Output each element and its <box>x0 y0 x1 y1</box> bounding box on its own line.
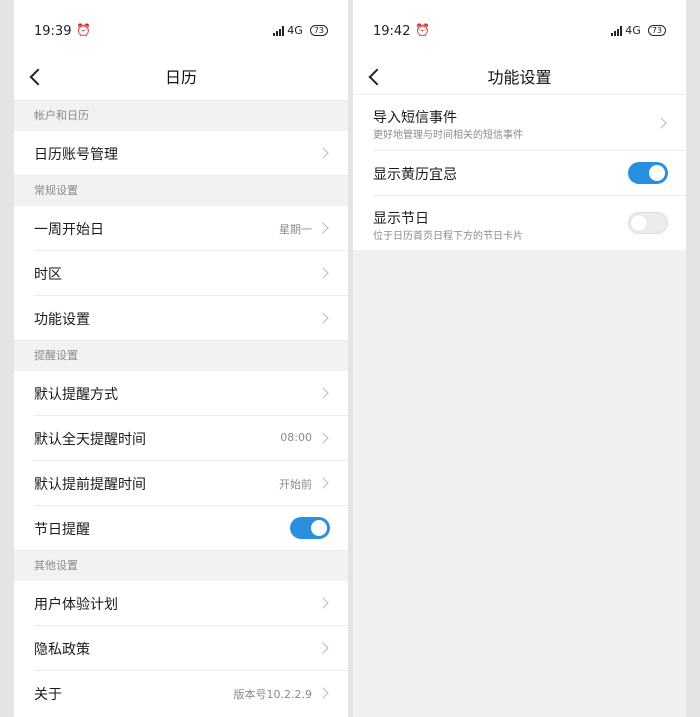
row-label: 时区 <box>34 267 62 283</box>
network-type: 4G <box>287 24 303 37</box>
status-time: 19:39 <box>34 24 72 39</box>
status-bar: 19:42 ⏰ 4G 73 <box>353 0 686 60</box>
row-value: 星期一 <box>279 223 312 236</box>
settings-row-feature-settings[interactable]: 功能设置 <box>34 296 348 340</box>
battery-icon: 73 <box>309 25 328 36</box>
nav-bar: 日历 <box>14 60 348 94</box>
signal-icon <box>611 25 623 36</box>
row-value: 08:00 <box>280 431 312 444</box>
row-label: 功能设置 <box>34 312 90 328</box>
chevron-right-icon <box>317 687 329 699</box>
alarm-clock-icon: ⏰ <box>76 23 91 37</box>
chevron-right-icon <box>317 222 329 234</box>
chevron-right-icon <box>317 597 329 609</box>
row-subtitle: 位于日历首页日程下方的节日卡片 <box>373 231 523 242</box>
chevron-right-icon <box>317 477 329 489</box>
section-header-other: 其他设置 <box>14 550 348 581</box>
alarm-clock-icon: ⏰ <box>415 23 430 37</box>
show-almanac-toggle[interactable] <box>628 162 668 184</box>
settings-row-allday-reminder-time[interactable]: 默认全天提醒时间 08:00 <box>34 416 348 461</box>
status-time: 19:42 <box>373 24 411 39</box>
row-label: 一周开始日 <box>34 222 104 238</box>
settings-row-holiday-reminder: 节日提醒 <box>34 506 348 550</box>
chevron-right-icon <box>317 642 329 654</box>
section-header-accounts: 帐户和日历 <box>14 100 348 131</box>
row-subtitle: 更好地管理与时间相关的短信事件 <box>373 130 523 141</box>
row-title: 导入短信事件 <box>373 110 457 126</box>
settings-row-about[interactable]: 关于 版本号10.2.2.9 <box>34 671 348 715</box>
network-type: 4G <box>625 24 641 37</box>
chevron-right-icon <box>317 432 329 444</box>
chevron-right-icon <box>317 312 329 324</box>
status-bar: 19:39 ⏰ 4G 73 <box>14 0 348 60</box>
settings-row-account-management[interactable]: 日历账号管理 <box>34 131 348 175</box>
settings-row-privacy-policy[interactable]: 隐私政策 <box>34 626 348 671</box>
row-label: 日历账号管理 <box>34 147 118 163</box>
chevron-right-icon <box>317 387 329 399</box>
row-title: 显示黄历宜忌 <box>373 167 457 183</box>
row-value: 开始前 <box>279 478 312 491</box>
signal-icon <box>273 25 285 36</box>
settings-row-timezone[interactable]: 时区 <box>34 251 348 296</box>
chevron-right-icon <box>655 117 667 129</box>
row-label: 默认全天提醒时间 <box>34 432 146 448</box>
row-label: 隐私政策 <box>34 642 90 658</box>
settings-row-import-sms-events[interactable]: 导入短信事件 更好地管理与时间相关的短信事件 <box>373 95 686 151</box>
section-header-general: 常规设置 <box>14 175 348 206</box>
feature-settings-screen: 19:42 ⏰ 4G 73 功能设置 导入短信事件 更好地管理与时间相关的短信事… <box>353 0 686 717</box>
page-title: 日历 <box>164 68 197 87</box>
calendar-settings-screen: 19:39 ⏰ 4G 73 日历 帐户和日历 日历账号管理 常规设置 一周开始日… <box>14 0 348 717</box>
toggle-knob <box>649 165 665 181</box>
row-title: 显示节日 <box>373 211 429 227</box>
toggle-knob <box>631 215 647 231</box>
row-label: 默认提前提醒时间 <box>34 477 146 493</box>
settings-row-show-almanac: 显示黄历宜忌 <box>373 151 686 196</box>
row-label: 关于 <box>34 687 62 703</box>
show-holidays-toggle[interactable] <box>628 212 668 234</box>
section-header-reminders: 提醒设置 <box>14 340 348 371</box>
chevron-right-icon <box>317 267 329 279</box>
row-label: 默认提醒方式 <box>34 387 118 403</box>
chevron-right-icon <box>317 147 329 159</box>
settings-row-default-reminder-method[interactable]: 默认提醒方式 <box>34 371 348 416</box>
toggle-knob <box>311 520 327 536</box>
row-label: 用户体验计划 <box>34 597 118 613</box>
empty-area <box>353 250 686 717</box>
battery-icon: 73 <box>647 25 666 36</box>
holiday-reminder-toggle[interactable] <box>290 517 330 539</box>
settings-row-advance-reminder-time[interactable]: 默认提前提醒时间 开始前 <box>34 461 348 506</box>
row-value: 版本号10.2.2.9 <box>233 688 312 701</box>
row-label: 节日提醒 <box>34 522 90 538</box>
nav-bar: 功能设置 <box>353 60 686 94</box>
settings-row-show-holidays: 显示节日 位于日历首页日程下方的节日卡片 <box>373 196 686 251</box>
settings-row-user-experience[interactable]: 用户体验计划 <box>34 581 348 626</box>
page-title: 功能设置 <box>487 68 552 87</box>
settings-row-week-start[interactable]: 一周开始日 星期一 <box>34 206 348 251</box>
